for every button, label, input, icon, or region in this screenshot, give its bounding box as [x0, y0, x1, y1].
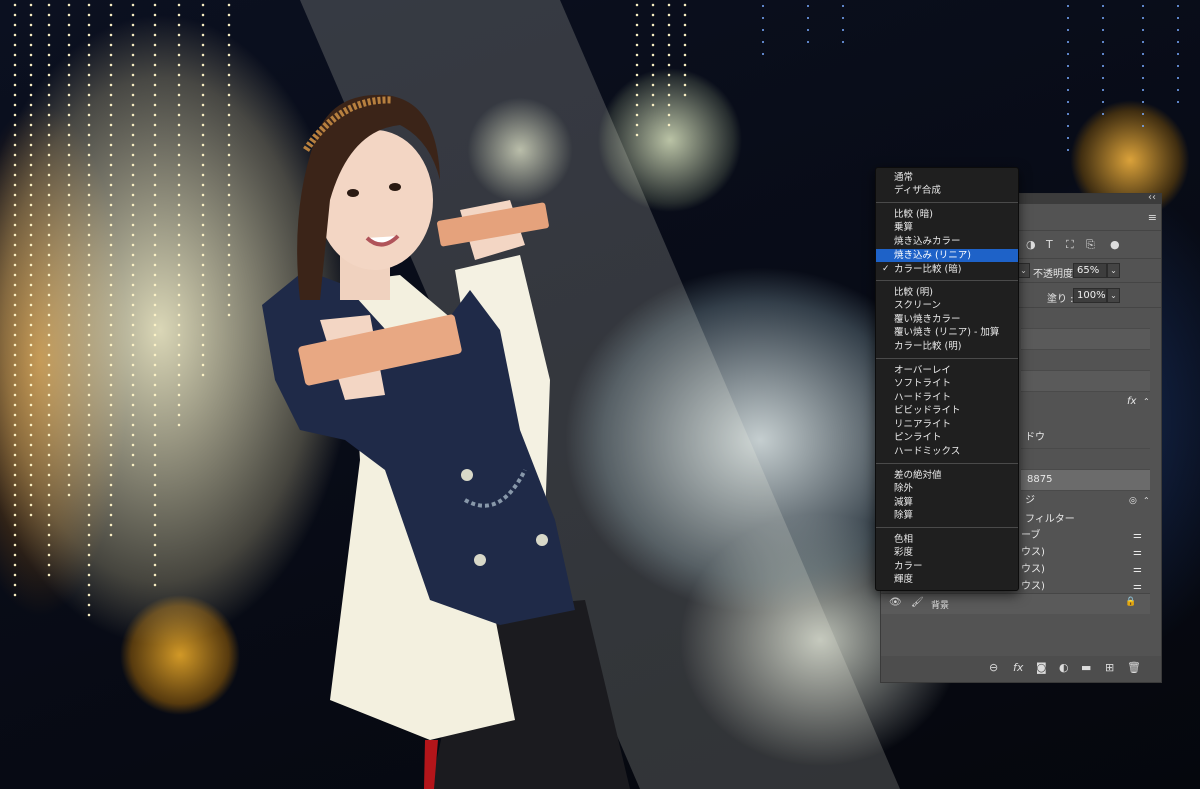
vest-button: [474, 554, 486, 566]
type-filter-icon[interactable]: T: [1046, 238, 1053, 251]
panel-menu-icon[interactable]: ≡: [1148, 211, 1157, 224]
collapse-icon[interactable]: ‹‹: [1148, 192, 1156, 203]
layers-bottom-bar: ⊖ fx ◙ ◐ ▬ ⊞ 🗑: [881, 656, 1161, 682]
menu-item-pin-light[interactable]: ピンライト: [876, 431, 1018, 444]
menu-item-lighter-color[interactable]: カラー比較 (明): [876, 340, 1018, 353]
new-group-icon[interactable]: ▬: [1081, 661, 1091, 674]
layer-row[interactable]: [1021, 350, 1150, 371]
layer-row[interactable]: ジ ◎ ⌃: [1021, 491, 1150, 512]
menu-item-exclusion[interactable]: 除外: [876, 482, 1018, 495]
add-style-icon[interactable]: fx: [1013, 661, 1023, 674]
shape-filter-icon[interactable]: ⛶: [1066, 238, 1074, 252]
menu-item-divide[interactable]: 除算: [876, 509, 1018, 522]
add-mask-icon[interactable]: ◙: [1036, 661, 1047, 674]
brush-icon: 🖌: [911, 597, 924, 608]
menu-item-luminosity[interactable]: 輝度: [876, 573, 1018, 586]
layer-row[interactable]: [1021, 449, 1150, 470]
menu-item-linear-dodge[interactable]: 覆い焼き (リニア) - 加算: [876, 326, 1018, 339]
menu-item-hue[interactable]: 色相: [876, 533, 1018, 546]
menu-item-color-burn[interactable]: 焼き込みカラー: [876, 235, 1018, 248]
menu-item-soft-light[interactable]: ソフトライト: [876, 377, 1018, 390]
fill-label: 塗り :: [1047, 294, 1074, 305]
new-layer-icon[interactable]: ⊞: [1105, 661, 1114, 674]
vest-button: [536, 534, 548, 546]
fill-dropdown[interactable]: ⌄: [1107, 288, 1120, 303]
menu-item-multiply[interactable]: 乗算: [876, 221, 1018, 234]
menu-item-lighten[interactable]: 比較 (明): [876, 286, 1018, 299]
fill-input[interactable]: 100%: [1073, 288, 1107, 303]
fx-icon[interactable]: fx: [1127, 392, 1136, 412]
menu-item-linear-burn[interactable]: 焼き込み (リニア): [876, 249, 1018, 262]
checkmark-icon: ✓: [882, 264, 890, 274]
menu-item-normal[interactable]: 通常: [876, 171, 1018, 184]
menu-item-overlay[interactable]: オーバーレイ: [876, 364, 1018, 377]
filter-toggle-icon[interactable]: ●: [1110, 238, 1120, 251]
menu-item-linear-light[interactable]: リニアライト: [876, 418, 1018, 431]
menu-item-vivid-light[interactable]: ビビッドライト: [876, 404, 1018, 417]
right-eye: [389, 183, 401, 191]
chevron-up-icon[interactable]: ⌃: [1143, 491, 1150, 511]
eye-icon[interactable]: 👁: [889, 597, 902, 608]
menu-item-dissolve[interactable]: ディザ合成: [876, 184, 1018, 197]
menu-item-darker-color[interactable]: ✓ カラー比較 (暗): [876, 263, 1018, 276]
smart-object-filter-icon[interactable]: ⎘: [1086, 238, 1095, 252]
adjustment-filter-icon[interactable]: ◑: [1026, 238, 1036, 251]
layer-row[interactable]: [1021, 371, 1150, 392]
menu-item-hard-mix[interactable]: ハードミックス: [876, 445, 1018, 458]
menu-item-difference[interactable]: 差の絶対値: [876, 469, 1018, 482]
opacity-dropdown[interactable]: ⌄: [1107, 263, 1120, 278]
trash-icon[interactable]: 🗑: [1127, 661, 1141, 674]
layer-row[interactable]: [1021, 308, 1150, 329]
layer-row[interactable]: [1021, 329, 1150, 350]
menu-item-color-dodge[interactable]: 覆い焼きカラー: [876, 313, 1018, 326]
left-eye: [347, 189, 359, 197]
lock-icon[interactable]: 🔒: [1125, 597, 1136, 607]
chevron-up-icon[interactable]: ⌃: [1143, 392, 1150, 412]
menu-item-hard-light[interactable]: ハードライト: [876, 391, 1018, 404]
layer-row[interactable]: ドウ: [1021, 428, 1150, 449]
menu-item-saturation[interactable]: 彩度: [876, 546, 1018, 559]
adjustment-layer-icon[interactable]: ◐: [1059, 661, 1069, 674]
background-layer-label: 背景: [931, 601, 950, 611]
link-layers-icon[interactable]: ⊖: [989, 661, 998, 674]
menu-item-color[interactable]: カラー: [876, 560, 1018, 573]
blend-mode-menu: 通常 ディザ合成 比較 (暗) 乗算 焼き込みカラー 焼き込み (リニア) ✓ …: [875, 167, 1019, 591]
opacity-input[interactable]: 65%: [1073, 263, 1107, 278]
vest-button: [461, 469, 473, 481]
background-layer-row[interactable]: 👁 🖌 背景 🔒: [881, 593, 1150, 614]
menu-item-screen[interactable]: スクリーン: [876, 299, 1018, 312]
menu-item-subtract[interactable]: 減算: [876, 496, 1018, 509]
layer-row[interactable]: 8875: [1021, 470, 1150, 491]
layer-row[interactable]: fx ⌃: [1021, 392, 1150, 429]
menu-item-darken[interactable]: 比較 (暗): [876, 208, 1018, 221]
smart-filter-icon: ◎: [1129, 496, 1137, 506]
